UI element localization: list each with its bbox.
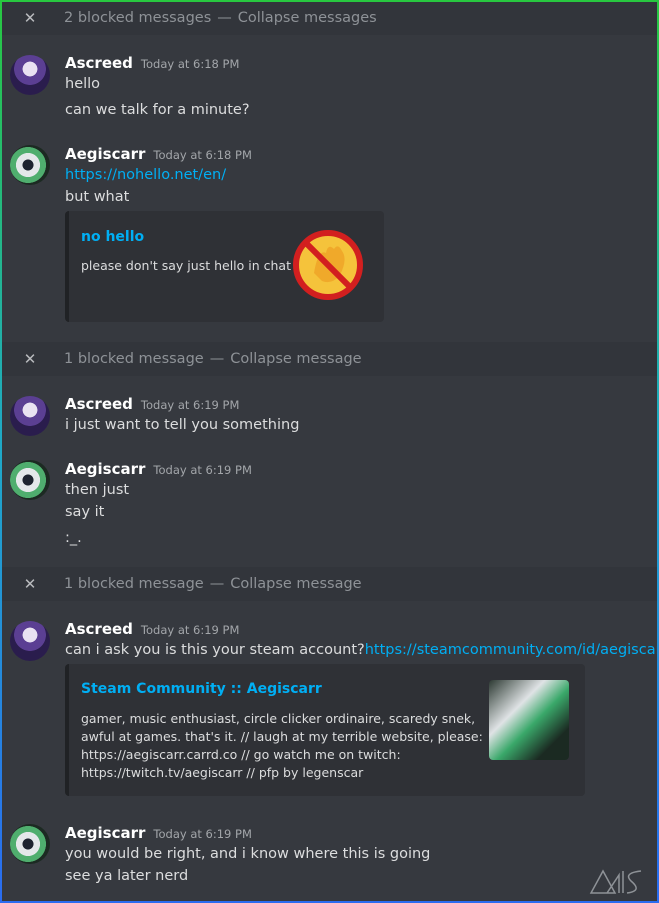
separator-dash: — [209, 576, 225, 592]
avatar[interactable] [10, 55, 50, 95]
timestamp: Today at 6:19 PM [153, 827, 252, 841]
embed-thumbnail[interactable] [489, 680, 569, 760]
link-embed: no hello please don't say just hello in … [65, 211, 384, 322]
author-name[interactable]: Ascreed Today at 6:19 PM [65, 620, 239, 638]
blocked-count-text: 1 blocked message [64, 576, 204, 592]
message-link[interactable]: https://steamcommunity.com/id/aegiscarr/ [365, 642, 659, 658]
message-text: see ya later nerd [65, 868, 189, 884]
message-text: can we talk for a minute? [65, 102, 250, 118]
author-name[interactable]: Aegiscarr Today at 6:18 PM [65, 145, 252, 163]
message-text: hello [65, 76, 101, 92]
close-icon[interactable]: ✕ [22, 9, 38, 27]
avatar[interactable] [10, 621, 50, 661]
author-name[interactable]: Aegiscarr Today at 6:19 PM [65, 460, 252, 478]
embed-title[interactable]: Steam Community :: Aegiscarr [81, 681, 322, 697]
embed-description: gamer, music enthusiast, circle clicker … [81, 711, 483, 780]
author-name[interactable]: Aegiscarr Today at 6:19 PM [65, 824, 252, 842]
timestamp: Today at 6:18 PM [153, 148, 252, 162]
message-link[interactable]: https://nohello.net/en/ [65, 167, 226, 183]
blocked-messages-bar: ✕ 1 blocked message — Collapse message [0, 342, 659, 376]
timestamp: Today at 6:19 PM [140, 398, 240, 412]
collapse-message-link[interactable]: Collapse message [230, 351, 361, 367]
message-group: Ascreed Today at 6:18 PM hello can we tal… [0, 52, 659, 122]
avatar[interactable] [10, 145, 50, 185]
avatar[interactable] [10, 396, 50, 436]
message-text: but what [65, 189, 130, 205]
message-group: Aegiscarr Today at 6:19 PM you would be r… [0, 822, 659, 892]
close-icon[interactable]: ✕ [22, 350, 38, 368]
collapse-message-link[interactable]: Collapse message [230, 576, 361, 592]
author-name[interactable]: Ascreed Today at 6:18 PM [65, 54, 239, 72]
timestamp: Today at 6:19 PM [153, 463, 252, 477]
collapse-messages-link[interactable]: Collapse messages [238, 10, 377, 26]
message-group: Aegiscarr Today at 6:18 PM https://nohell… [0, 143, 659, 333]
message-text: then just [65, 482, 130, 498]
embed-description: please don't say just hello in chat [81, 258, 291, 273]
separator-dash: — [209, 351, 225, 367]
message-group: Aegiscarr Today at 6:19 PM then just say … [0, 458, 659, 558]
avatar[interactable] [10, 824, 50, 864]
watermark-logo-icon [589, 869, 642, 894]
timestamp: Today at 6:18 PM [140, 57, 240, 71]
message-text: :_. [65, 530, 82, 546]
message-text: can i ask you is this your steam account… [65, 642, 659, 658]
blocked-count-text: 2 blocked messages [64, 10, 212, 26]
link-embed: Steam Community :: Aegiscarr gamer, musi… [65, 664, 585, 796]
author-name[interactable]: Ascreed Today at 6:19 PM [65, 395, 239, 413]
blocked-count-text: 1 blocked message [64, 351, 204, 367]
timestamp: Today at 6:19 PM [140, 623, 240, 637]
message-text: say it [65, 504, 105, 520]
blocked-messages-bar: ✕ 1 blocked message — Collapse message [0, 567, 659, 601]
no-wave-icon [293, 230, 363, 300]
message-group: Ascreed Today at 6:19 PM can i ask you is… [0, 618, 659, 808]
separator-dash: — [217, 10, 232, 26]
embed-title[interactable]: no hello [81, 229, 144, 245]
close-icon[interactable]: ✕ [22, 575, 38, 593]
message-group: Ascreed Today at 6:19 PM i just want to t… [0, 393, 659, 443]
avatar[interactable] [10, 460, 50, 500]
message-text: i just want to tell you something [65, 417, 300, 433]
blocked-messages-bar: ✕ 2 blocked messages — Collapse messages [0, 1, 659, 35]
message-text: you would be right, and i know where thi… [65, 846, 431, 862]
